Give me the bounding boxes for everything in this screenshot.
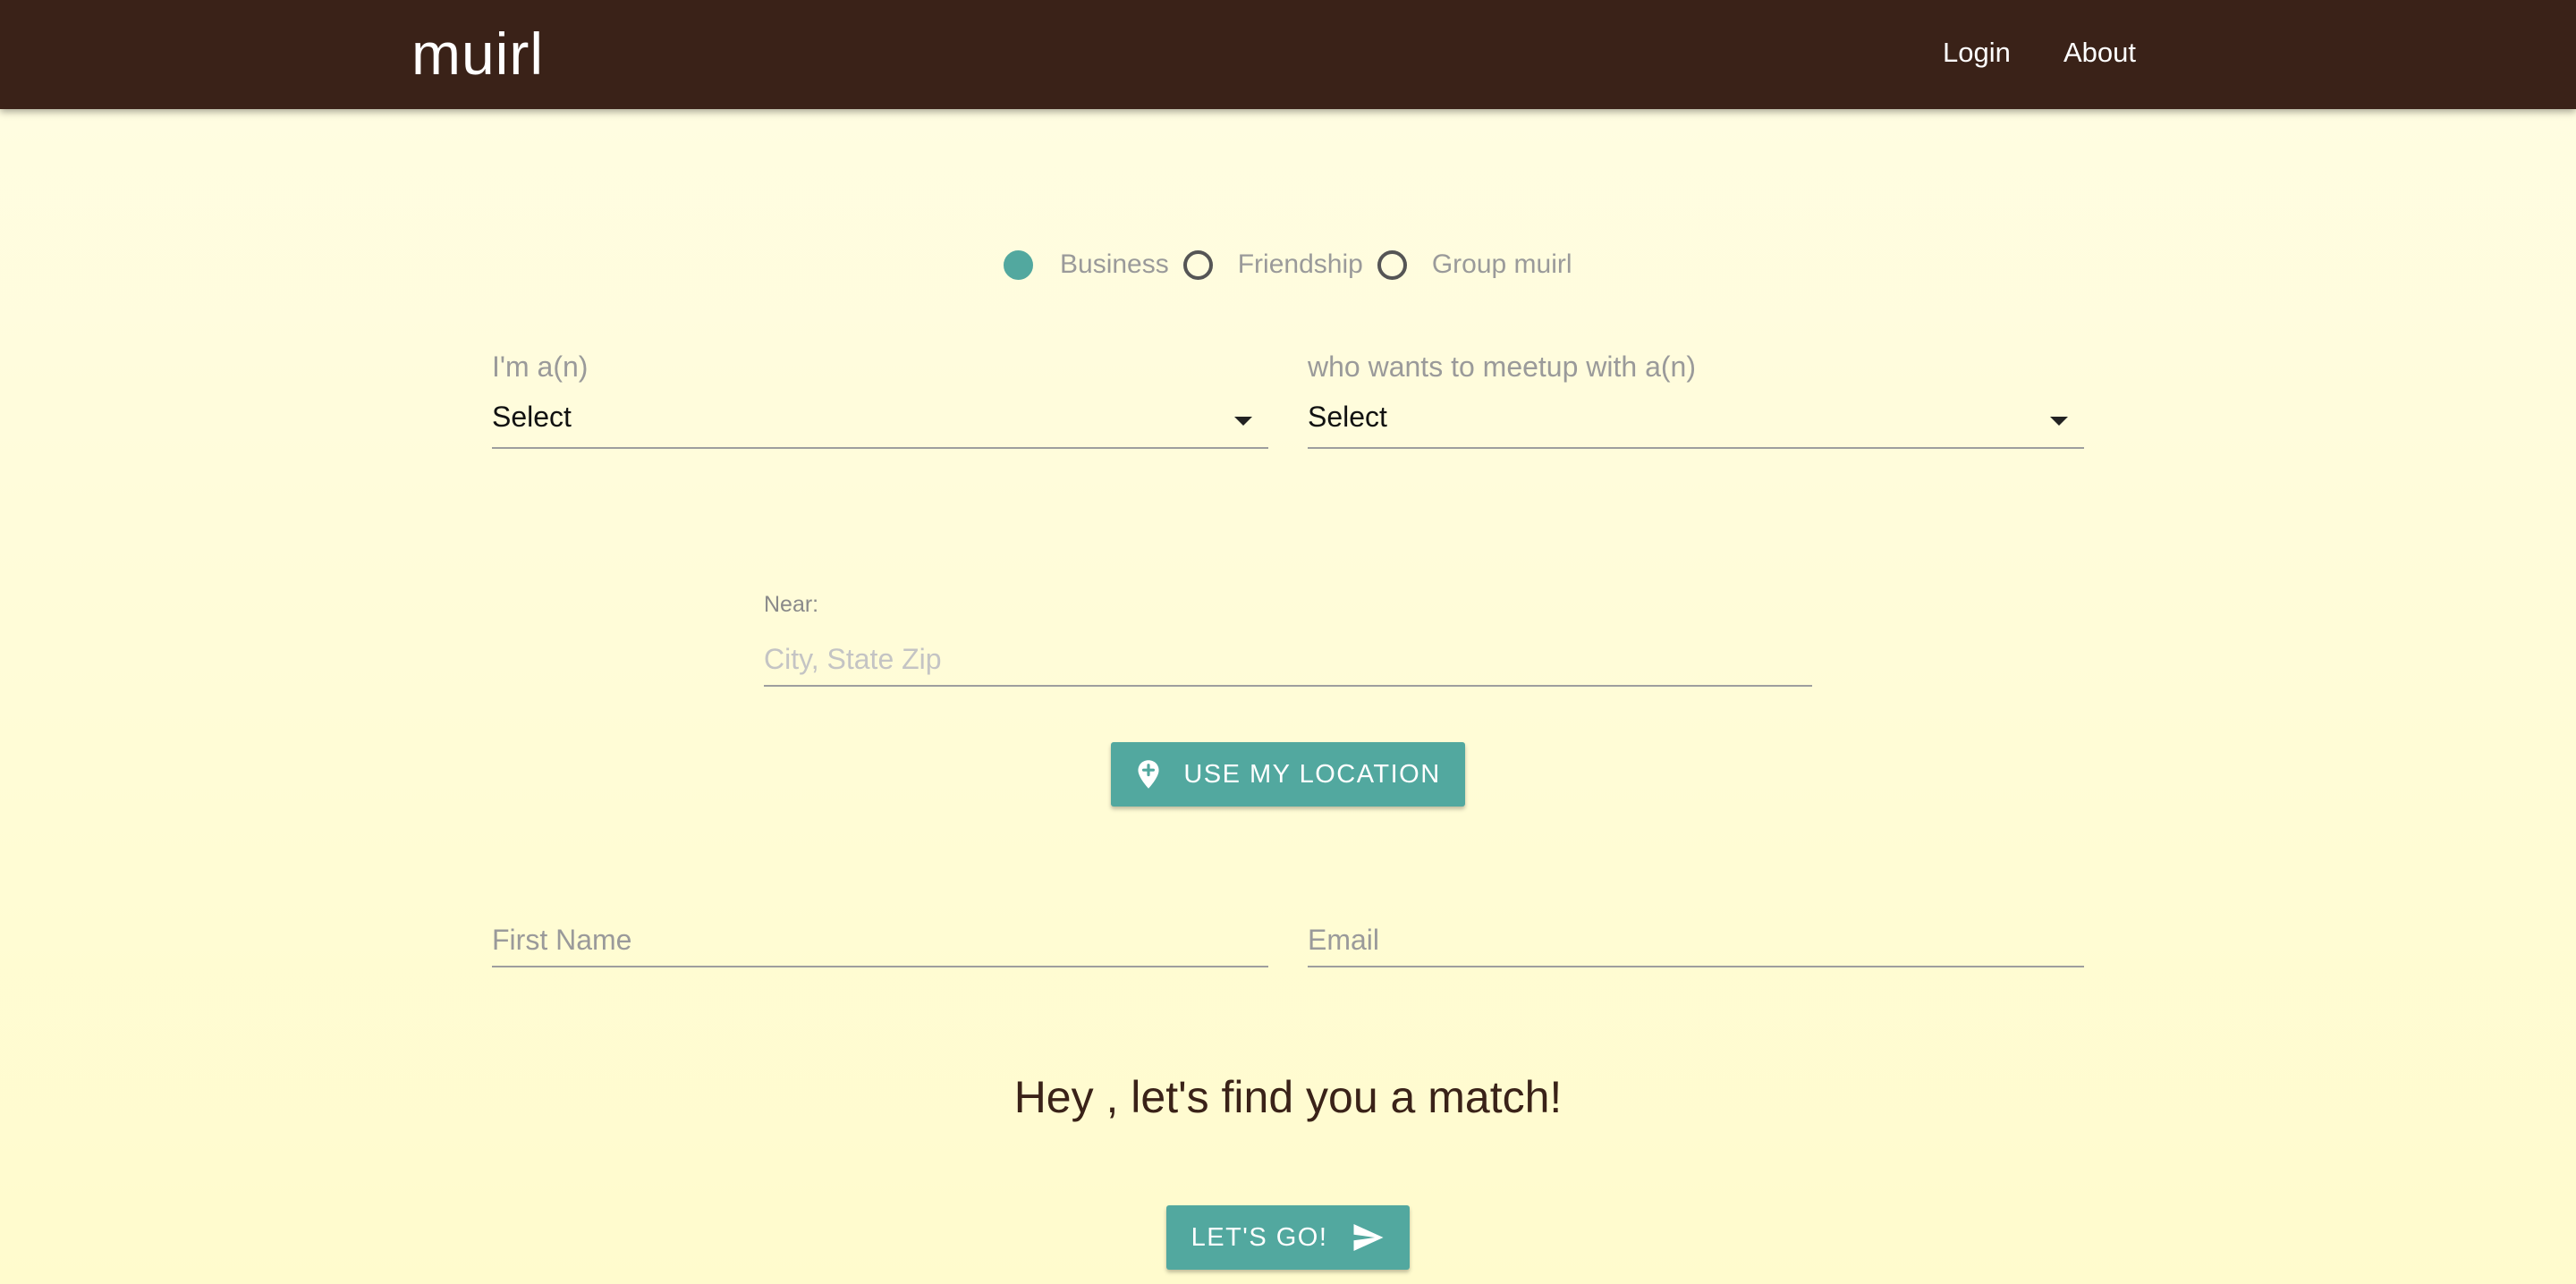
lets-go-label: LET'S GO! bbox=[1191, 1222, 1328, 1252]
send-icon bbox=[1352, 1223, 1385, 1252]
nav-about-link[interactable]: About bbox=[2063, 32, 2136, 73]
radio-friendship-label: Friendship bbox=[1237, 249, 1363, 279]
radio-friendship-indicator[interactable] bbox=[1182, 249, 1213, 280]
radio-friendship[interactable]: Friendship bbox=[1182, 249, 1363, 280]
add-location-pin-icon bbox=[1135, 759, 1162, 790]
radio-group-muirl[interactable]: Group muirl bbox=[1377, 249, 1572, 280]
nav-login-link[interactable]: Login bbox=[1943, 32, 2011, 73]
target-select-label: who wants to meetup with a(n) bbox=[1308, 351, 1696, 383]
radio-group-muirl-indicator[interactable] bbox=[1377, 249, 1407, 280]
meetup-type-radio-group: Business Friendship Group muirl bbox=[1004, 247, 1587, 283]
radio-business-label: Business bbox=[1060, 249, 1169, 279]
target-select[interactable]: Select bbox=[1308, 397, 2084, 449]
first-name-input[interactable] bbox=[492, 914, 1268, 967]
top-navbar: muirl Login About bbox=[0, 0, 2576, 109]
location-input[interactable] bbox=[764, 633, 1812, 687]
radio-group-muirl-label: Group muirl bbox=[1431, 249, 1572, 279]
role-select-label: I'm a(n) bbox=[492, 351, 589, 383]
target-select-value: Select bbox=[1308, 401, 1387, 433]
dropdown-arrow-icon bbox=[2050, 417, 2068, 426]
lets-go-button[interactable]: LET'S GO! bbox=[1166, 1205, 1410, 1270]
near-label: Near: bbox=[764, 592, 819, 617]
match-headline: Hey , let's find you a match! bbox=[1013, 1072, 1563, 1122]
radio-business[interactable]: Business bbox=[1004, 249, 1169, 280]
radio-business-indicator[interactable] bbox=[1004, 249, 1033, 280]
brand-logo[interactable]: muirl bbox=[411, 18, 544, 89]
use-my-location-button[interactable]: USE MY LOCATION bbox=[1111, 742, 1465, 807]
dropdown-arrow-icon bbox=[1234, 417, 1252, 426]
role-select[interactable]: Select bbox=[492, 397, 1268, 449]
role-select-value: Select bbox=[492, 401, 572, 433]
use-my-location-label: USE MY LOCATION bbox=[1183, 759, 1441, 789]
email-input[interactable] bbox=[1308, 914, 2084, 967]
